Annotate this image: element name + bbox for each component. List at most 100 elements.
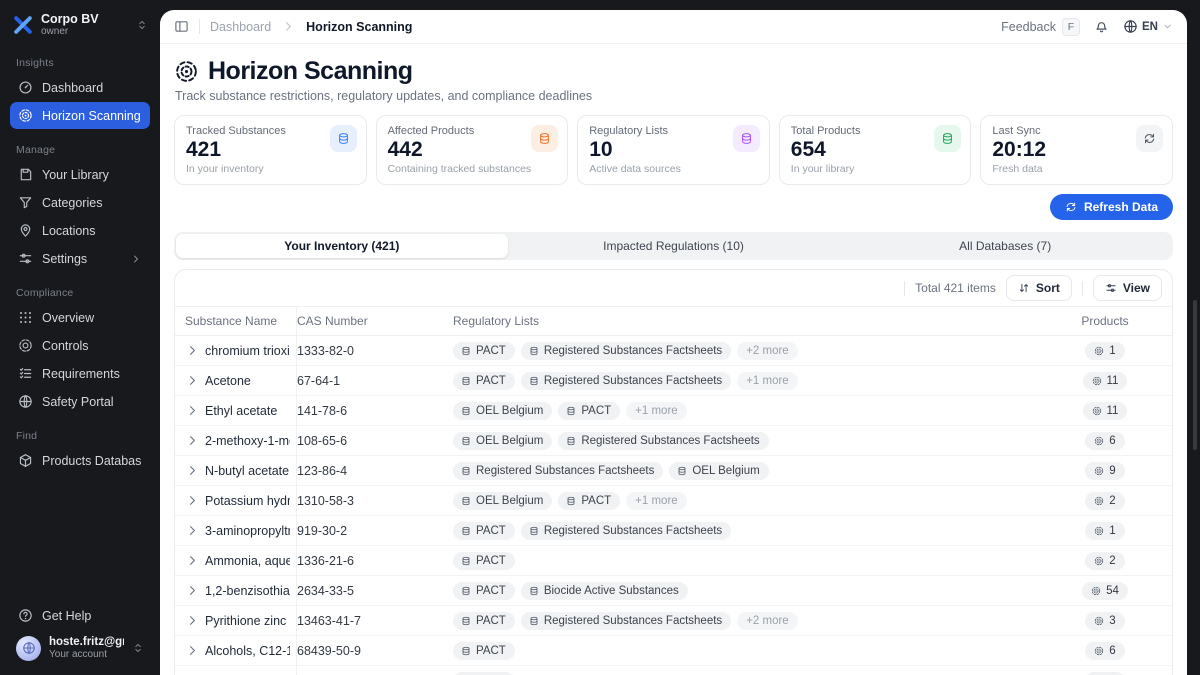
expand-row-icon[interactable] — [185, 343, 200, 358]
breadcrumb-dashboard[interactable]: Dashboard — [210, 20, 271, 34]
sidebar-item-products-database[interactable]: Products Database — [10, 447, 150, 474]
table-row[interactable]: N-butyl acetate123-86-4Registered Substa… — [175, 456, 1172, 486]
expand-row-icon[interactable] — [185, 583, 200, 598]
sidebar-toggle-button[interactable] — [174, 19, 189, 34]
regulatory-list-badge: OEL Belgium — [453, 432, 552, 450]
sort-button[interactable]: Sort — [1006, 275, 1072, 301]
refresh-icon — [1065, 201, 1077, 213]
sidebar-item-locations[interactable]: Locations — [10, 217, 150, 244]
expand-row-icon[interactable] — [185, 433, 200, 448]
cas-number: 1336-21-6 — [297, 554, 453, 568]
topbar: Dashboard Horizon Scanning Feedback F EN — [160, 10, 1187, 44]
sidebar-item-get-help[interactable]: Get Help — [10, 602, 150, 629]
table-row[interactable]: Acetone67-64-1PACTRegistered Substances … — [175, 366, 1172, 396]
cas-number: 13463-41-7 — [297, 614, 453, 628]
sidebar-section-title: Manage — [16, 144, 144, 156]
regulatory-lists-cell: PACTBiocide Active Substances — [453, 582, 1046, 600]
sidebar-item-settings[interactable]: Settings — [10, 245, 150, 272]
stat-sublabel: Containing tracked substances — [388, 163, 557, 175]
sidebar-item-controls[interactable]: Controls — [10, 332, 150, 359]
notifications-button[interactable] — [1094, 19, 1109, 34]
expand-row-icon[interactable] — [185, 613, 200, 628]
radar-icon — [1094, 436, 1104, 446]
expand-row-icon[interactable] — [185, 463, 200, 478]
account-menu[interactable]: hoste.fritz@gmail.c... Your account — [10, 630, 150, 663]
library-icon — [18, 167, 33, 182]
sidebar-item-requirements[interactable]: Requirements — [10, 360, 150, 387]
sidebar-item-label: Settings — [42, 252, 121, 266]
regulatory-list-badge: OEL Belgium — [453, 402, 552, 420]
more-lists-badge[interactable]: +2 more — [737, 612, 798, 630]
sidebar-item-overview[interactable]: Overview — [10, 304, 150, 331]
divider — [199, 19, 200, 34]
sidebar-item-label: Horizon Scanning — [42, 109, 142, 123]
regulatory-list-badge: Registered Substances Factsheets — [558, 432, 768, 450]
table-row[interactable]: Ammonia, aqueous s...1336-21-6PACT2 — [175, 546, 1172, 576]
sidebar-item-dashboard[interactable]: Dashboard — [10, 74, 150, 101]
database-icon — [566, 436, 576, 446]
breadcrumb-current: Horizon Scanning — [306, 20, 412, 34]
table-toolbar: Total 421 items Sort View — [175, 270, 1172, 306]
expand-row-icon[interactable] — [185, 523, 200, 538]
cas-number: 919-30-2 — [297, 524, 453, 538]
expand-row-icon[interactable] — [185, 403, 200, 418]
tab-impacted-regulations-10[interactable]: Impacted Regulations (10) — [508, 234, 840, 258]
regulatory-lists-cell: PACT — [453, 642, 1046, 660]
radar-icon — [1094, 496, 1104, 506]
page-content: Horizon Scanning Track substance restric… — [160, 44, 1187, 675]
page-subtitle: Track substance restrictions, regulatory… — [175, 89, 1173, 103]
feedback-button[interactable]: Feedback F — [1001, 18, 1080, 36]
sidebar-section-title: Insights — [16, 57, 144, 69]
cas-number: 2634-33-5 — [297, 584, 453, 598]
substance-name: 3-aminopropyltrieth... — [205, 524, 290, 538]
target-icon — [18, 338, 33, 353]
cas-number: 123-86-4 — [297, 464, 453, 478]
database-icon — [733, 125, 760, 152]
table-row[interactable]: Ethyl acetate141-78-6OEL BelgiumPACT+1 m… — [175, 396, 1172, 426]
cas-number: 1333-82-0 — [297, 344, 453, 358]
regulatory-list-badge: PACT — [453, 342, 515, 360]
expand-row-icon[interactable] — [185, 493, 200, 508]
expand-row-icon[interactable] — [185, 553, 200, 568]
table-row[interactable]: 1,2-benzisothiazol-3...2634-33-5PACTBioc… — [175, 576, 1172, 606]
sidebar-section-title: Compliance — [16, 287, 144, 299]
org-switcher[interactable]: Corpo BV owner — [10, 10, 150, 42]
table-row[interactable]: 2-methoxy-1-methyl...108-65-6OEL Belgium… — [175, 426, 1172, 456]
sidebar-item-safety-portal[interactable]: Safety Portal — [10, 388, 150, 415]
more-lists-badge[interactable]: +1 more — [737, 372, 798, 390]
sidebar-item-your-library[interactable]: Your Library — [10, 161, 150, 188]
chevron-updown-icon — [132, 642, 144, 654]
regulatory-lists-cell: Registered Substances FactsheetsOEL Belg… — [453, 462, 1046, 480]
database-icon — [461, 436, 471, 446]
products-count-badge: 1 — [1085, 522, 1124, 540]
tab-your-inventory-421[interactable]: Your Inventory (421) — [176, 234, 508, 258]
refresh-data-button[interactable]: Refresh Data — [1050, 194, 1173, 220]
products-count-badge: 3 — [1085, 612, 1124, 630]
more-lists-badge[interactable]: +1 more — [626, 402, 687, 420]
more-lists-badge[interactable]: +1 more — [626, 492, 687, 510]
radar-icon — [1094, 346, 1104, 356]
sidebar-item-label: Get Help — [42, 609, 142, 623]
regulatory-list-badge: PACT — [453, 522, 515, 540]
funnel-icon — [18, 195, 33, 210]
tab-all-databases-7[interactable]: All Databases (7) — [839, 234, 1171, 258]
expand-row-icon[interactable] — [185, 643, 200, 658]
items-count: Total 421 items — [915, 281, 996, 295]
table-row[interactable]: Pyrithione zinc (Zinc ...13463-41-7PACTR… — [175, 606, 1172, 636]
expand-row-icon[interactable] — [185, 373, 200, 388]
sidebar-item-categories[interactable]: Categories — [10, 189, 150, 216]
more-lists-badge[interactable]: +2 more — [737, 342, 798, 360]
database-icon — [529, 526, 539, 536]
language-selector[interactable]: EN — [1123, 19, 1173, 34]
table-row[interactable]: chromium trioxide1333-82-0PACTRegistered… — [175, 336, 1172, 366]
table-row[interactable]: 3-aminopropyltrieth...919-30-2PACTRegist… — [175, 516, 1172, 546]
view-button[interactable]: View — [1093, 275, 1162, 301]
cas-number: 68439-50-9 — [297, 644, 453, 658]
table-row[interactable]: Potassium hydroxide1310-58-3OEL BelgiumP… — [175, 486, 1172, 516]
divider — [904, 281, 905, 296]
scrollbar[interactable] — [1193, 300, 1197, 450]
table-row[interactable]: Benzenesulfonic aci...68411-30-3PACT4 — [175, 666, 1172, 675]
table-row[interactable]: Alcohols, C12-14, et...68439-50-9PACT6 — [175, 636, 1172, 666]
sidebar-item-horizon-scanning[interactable]: Horizon Scanning — [10, 102, 150, 129]
account-sublabel: Your account — [49, 649, 124, 661]
